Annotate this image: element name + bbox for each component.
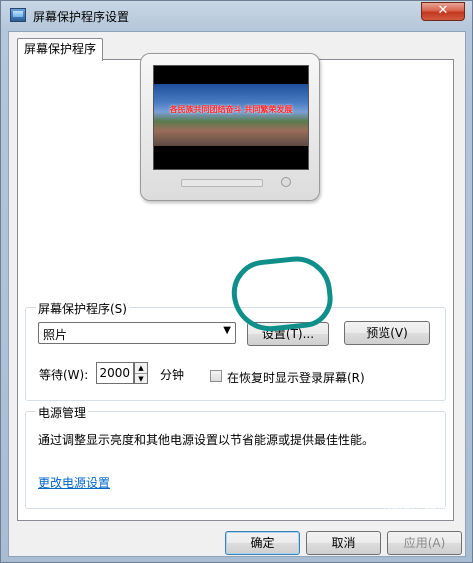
settings-button[interactable]: 设置(T)... xyxy=(247,322,329,346)
monitor-app-icon xyxy=(10,8,26,22)
wait-label: 等待(W): xyxy=(39,368,89,382)
cancel-button[interactable]: 取消 xyxy=(306,531,381,555)
apply-button[interactable]: 应用(A) xyxy=(387,531,462,555)
power-description: 通过调整显示亮度和其他电源设置以节省能源或提供最佳性能。 xyxy=(38,433,375,447)
monitor-power-dot xyxy=(281,177,291,187)
monitor-stand-bar xyxy=(181,179,263,187)
power-group xyxy=(25,411,446,509)
preview-photo: 各民族共同团结奋斗 共同繁荣发展 xyxy=(154,84,308,146)
change-power-settings-link[interactable]: 更改电源设置 xyxy=(38,474,110,491)
wait-minutes-input[interactable]: 2000 xyxy=(96,362,134,384)
spin-up-icon[interactable]: ▲ xyxy=(135,363,147,374)
watermark: Baidu 经验 xyxy=(382,504,450,519)
screensaver-select-value: 照片 xyxy=(43,328,68,342)
screensaver-select[interactable]: 照片 ▼ xyxy=(38,322,236,344)
wait-unit: 分钟 xyxy=(160,368,185,382)
close-button[interactable]: ✕ xyxy=(421,2,465,21)
tab-screensaver[interactable]: 屏幕保护程序 xyxy=(17,38,104,61)
window-title: 屏幕保护程序设置 xyxy=(33,10,130,24)
spin-down-icon[interactable]: ▼ xyxy=(135,374,147,384)
chevron-down-icon: ▼ xyxy=(223,325,231,336)
preview-screen: 各民族共同团结奋斗 共同繁荣发展 xyxy=(153,65,309,170)
resume-checkbox[interactable] xyxy=(210,370,222,382)
power-group-label: 电源管理 xyxy=(36,404,89,421)
preview-button[interactable]: 预览(V) xyxy=(344,321,430,345)
preview-caption: 各民族共同团结奋斗 共同繁荣发展 xyxy=(169,105,293,114)
wait-spinner[interactable]: ▲ ▼ xyxy=(134,362,148,384)
screensaver-group-label: 屏幕保护程序(S) xyxy=(36,300,129,317)
monitor-preview: 各民族共同团结奋斗 共同繁荣发展 xyxy=(140,53,320,201)
resume-label[interactable]: 在恢复时显示登录屏幕(R) xyxy=(227,369,365,386)
title-bar[interactable]: 屏幕保护程序设置 ✕ xyxy=(1,1,472,31)
ok-button[interactable]: 确定 xyxy=(225,531,300,555)
